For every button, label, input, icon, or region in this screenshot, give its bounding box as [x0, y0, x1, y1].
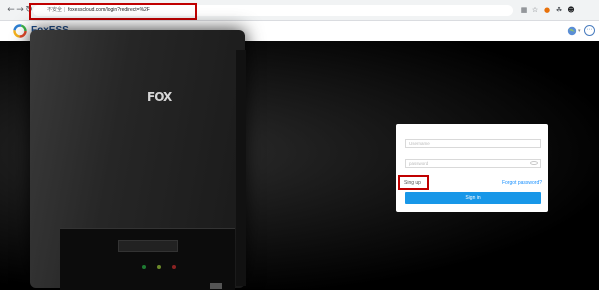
password-placeholder: password	[409, 161, 429, 166]
password-field[interactable]: password	[405, 159, 541, 168]
sign-in-button[interactable]: Sign in	[405, 192, 541, 204]
inverter-control-panel	[60, 228, 235, 290]
inverter-logo: FOX	[147, 90, 172, 104]
inverter-bracket	[210, 283, 222, 289]
account-icon[interactable]: ☻	[566, 5, 576, 15]
status-led-yellow	[157, 265, 161, 269]
more-icon[interactable]: ⋯	[584, 25, 595, 36]
url-highlight-box	[29, 3, 197, 20]
username-field[interactable]: Username	[405, 139, 541, 148]
status-led-green	[142, 265, 146, 269]
inverter-display	[118, 240, 178, 252]
extension-icon[interactable]: ●	[542, 5, 552, 15]
globe-icon[interactable]	[567, 26, 577, 36]
username-placeholder: Username	[409, 141, 430, 146]
chevron-down-icon[interactable]: ▾	[578, 26, 581, 36]
star-icon[interactable]: ☆	[530, 5, 540, 15]
signup-highlight-box	[398, 175, 429, 190]
forgot-password-link[interactable]: Forgot password?	[502, 180, 542, 187]
translate-icon[interactable]: ▦	[519, 5, 529, 15]
status-led-red	[172, 265, 176, 269]
inverter-side-shadow	[236, 50, 246, 286]
browser-toolbar: ← → ↻ 不安全 | foxesscloud.com/login?redire…	[0, 0, 599, 21]
foxess-logo-icon	[13, 24, 27, 38]
eye-icon[interactable]	[530, 161, 538, 165]
puzzle-icon[interactable]: ☘	[554, 5, 564, 15]
